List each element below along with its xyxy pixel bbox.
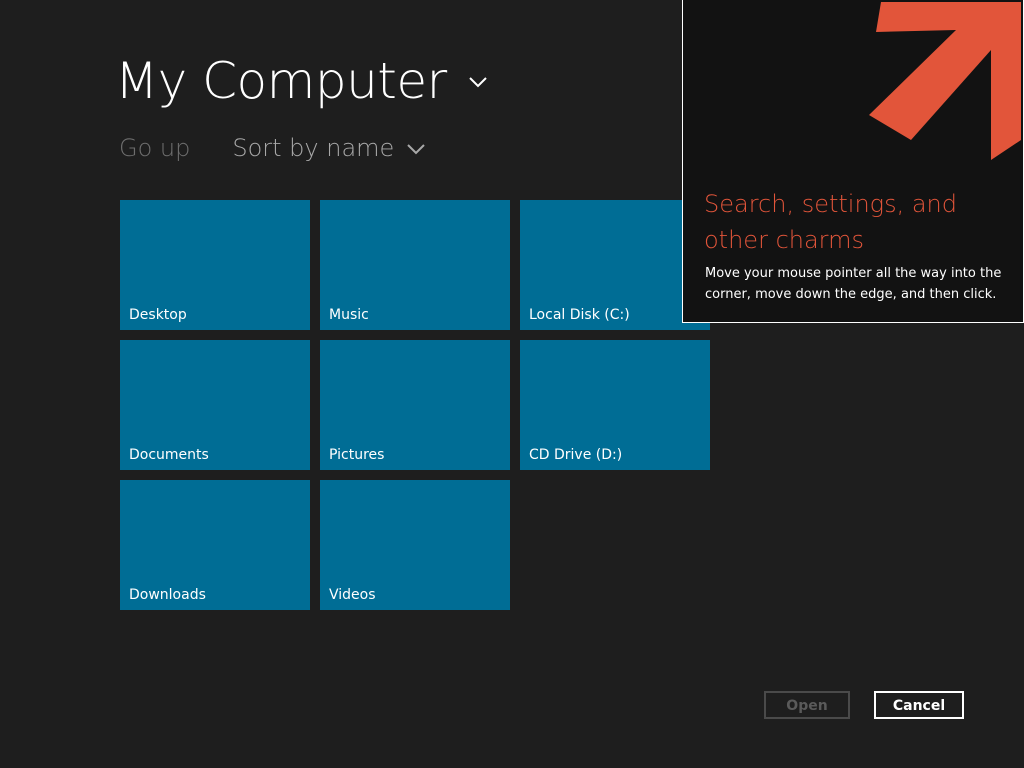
location-dropdown[interactable]: My Computer xyxy=(115,50,489,112)
tile-videos[interactable]: Videos xyxy=(320,480,510,610)
chevron-down-icon xyxy=(468,77,487,88)
tile-label: CD Drive (D:) xyxy=(529,447,623,463)
sort-dropdown[interactable]: Sort by name xyxy=(232,134,426,162)
tile-desktop[interactable]: Desktop xyxy=(120,200,310,330)
arrow-up-right-icon xyxy=(869,2,1021,160)
tile-music[interactable]: Music xyxy=(320,200,510,330)
tip-heading: Search, settings, and other charms xyxy=(704,190,957,254)
tile-label: Downloads xyxy=(129,587,206,603)
open-button[interactable]: Open xyxy=(764,691,850,719)
charms-tip-panel: Search, settings, and other charms Move … xyxy=(682,0,1024,323)
file-picker-page: My Computer Go up Sort by name Desktop M… xyxy=(0,0,1024,768)
chevron-down-icon xyxy=(407,144,426,155)
tile-documents[interactable]: Documents xyxy=(120,340,310,470)
tile-label: Music xyxy=(329,307,369,323)
tile-label: Pictures xyxy=(329,447,385,463)
tip-body: Move your mouse pointer all the way into… xyxy=(705,266,1002,302)
tile-cd-drive[interactable]: CD Drive (D:) xyxy=(520,340,710,470)
page-title: My Computer xyxy=(115,52,447,110)
tile-label: Videos xyxy=(329,587,376,603)
go-up-button[interactable]: Go up xyxy=(119,134,190,162)
tile-pictures[interactable]: Pictures xyxy=(320,340,510,470)
tile-label: Desktop xyxy=(129,307,187,323)
tile-downloads[interactable]: Downloads xyxy=(120,480,310,610)
tile-label: Local Disk (C:) xyxy=(529,307,630,323)
tile-label: Documents xyxy=(129,447,209,463)
sort-label: Sort by name xyxy=(232,134,395,162)
cancel-button[interactable]: Cancel xyxy=(874,691,964,719)
subnav: Go up Sort by name xyxy=(119,134,426,162)
